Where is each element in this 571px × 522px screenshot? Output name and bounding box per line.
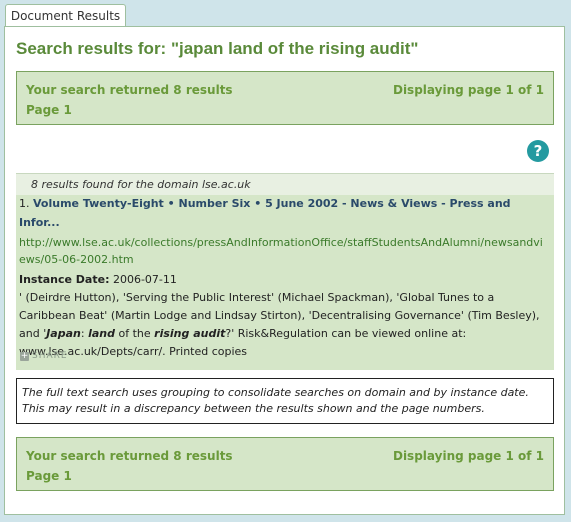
highlight-japan: Japan <box>46 327 81 340</box>
instance-date-value: 2006-07-11 <box>112 273 177 286</box>
results-summary-bottom: Your search returned 8 results Displayin… <box>16 437 554 491</box>
snippet-text: : <box>80 327 89 340</box>
result-snippet: ' (Deirdre Hutton), 'Serving the Public … <box>19 291 495 304</box>
help-icon[interactable]: ? <box>527 140 549 162</box>
results-panel: Search results for: "japan land of the r… <box>4 26 565 515</box>
result-title-link-cont[interactable]: Infor... <box>19 216 60 229</box>
result-title-line: 1. Volume Twenty-Eight • Number Six • 5 … <box>19 197 511 210</box>
result-title-link[interactable]: Volume Twenty-Eight • Number Six • 5 Jun… <box>33 197 511 210</box>
snippet-text: and ' <box>19 327 47 340</box>
page-indicator: Displaying page 1 of 1 <box>392 83 544 97</box>
page-indicator: Displaying page 1 of 1 <box>392 449 544 463</box>
result-snippet: and 'Japan: land of the rising audit?' R… <box>19 327 466 340</box>
highlight-land: land <box>88 327 115 340</box>
highlight-rising-audit: rising audit <box>154 327 226 340</box>
result-url[interactable]: http://www.lse.ac.uk/collections/pressAn… <box>19 236 543 249</box>
results-count: Your search returned 8 results <box>26 449 233 463</box>
result-url-cont[interactable]: ews/05-06-2002.htm <box>19 253 134 266</box>
page-link[interactable]: Page 1 <box>26 103 72 117</box>
note-line: This may result in a discrepancy between… <box>22 402 485 415</box>
share-label: SHARE <box>32 351 68 361</box>
result-number: 1. <box>19 197 30 210</box>
plus-icon: + <box>20 351 29 361</box>
page-link[interactable]: Page 1 <box>26 469 72 483</box>
results-count: Your search returned 8 results <box>26 83 233 97</box>
result-snippet: Caribbean Beat' (Martin Lodge and Lindsa… <box>19 309 540 322</box>
snippet-text: ?' Risk&Regulation can be viewed online … <box>225 327 467 340</box>
share-button[interactable]: + SHARE <box>20 351 68 361</box>
grouping-note: The full text search uses grouping to co… <box>16 378 554 424</box>
note-line: The full text search uses grouping to co… <box>22 386 529 399</box>
snippet-text: of the <box>114 327 155 340</box>
instance-date-label: Instance Date: <box>19 273 110 286</box>
domain-header: 8 results found for the domain lse.ac.uk <box>16 173 554 195</box>
instance-date-row: Instance Date: 2006-07-11 <box>19 273 177 286</box>
result-item: 1. Volume Twenty-Eight • Number Six • 5 … <box>16 195 554 370</box>
page-title: Search results for: "japan land of the r… <box>16 39 419 58</box>
tab-document-results[interactable]: Document Results <box>5 4 126 27</box>
results-summary-top: Your search returned 8 results Displayin… <box>16 71 554 125</box>
